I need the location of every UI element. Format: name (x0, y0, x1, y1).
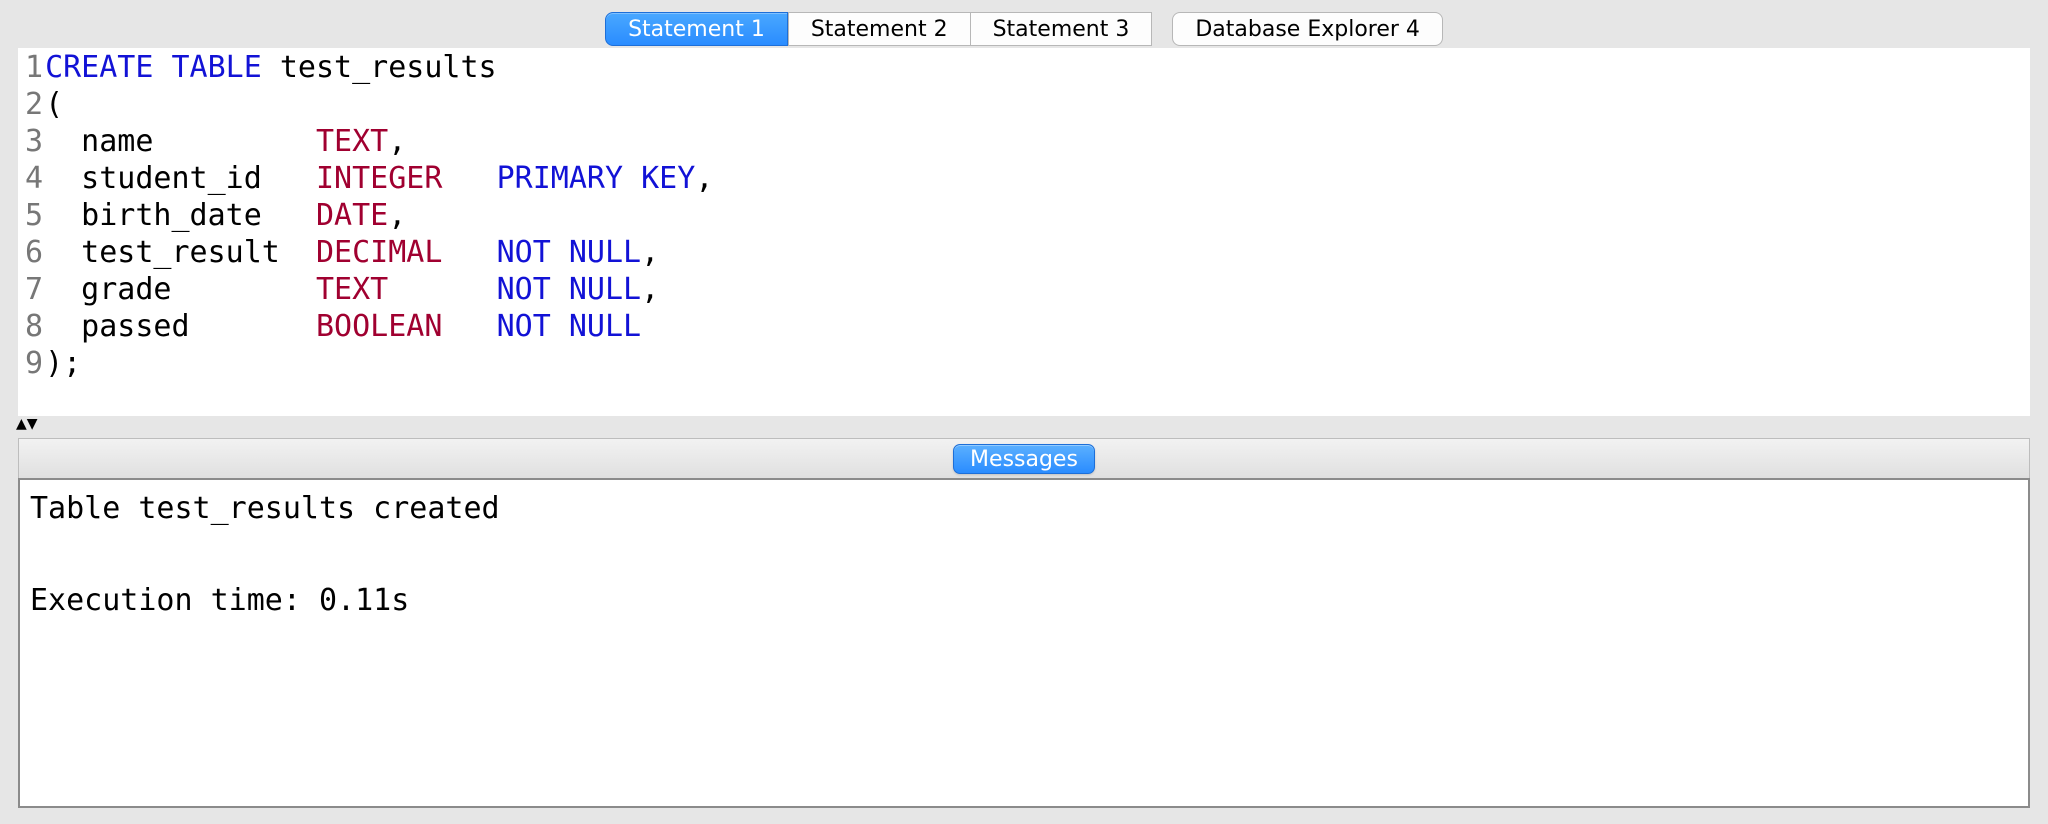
results-area: Messages Table test_results created Exec… (18, 438, 2030, 808)
line-number: 9 (19, 345, 45, 382)
line-number: 8 (19, 308, 45, 345)
code-line[interactable]: name TEXT, (45, 123, 713, 160)
code-line[interactable]: test_result DECIMAL NOT NULL, (45, 234, 713, 271)
tab-database-explorer-4[interactable]: Database Explorer 4 (1172, 12, 1443, 46)
line-number: 6 (19, 234, 45, 271)
split-handle[interactable]: ▲▼ (16, 416, 2048, 432)
messages-line-1: Table test_results created (30, 491, 500, 526)
code-line[interactable]: ( (45, 86, 713, 123)
line-number: 1 (19, 49, 45, 86)
tab-group-right: Database Explorer 4 (1172, 12, 1443, 46)
messages-output[interactable]: Table test_results created Execution tim… (18, 478, 2030, 808)
code-line[interactable]: student_id INTEGER PRIMARY KEY, (45, 160, 713, 197)
line-number: 4 (19, 160, 45, 197)
tabs-bar: Statement 1 Statement 2 Statement 3 Data… (0, 0, 2048, 48)
results-tabbar: Messages (18, 438, 2030, 478)
code-line[interactable]: grade TEXT NOT NULL, (45, 271, 713, 308)
line-number: 7 (19, 271, 45, 308)
tab-statement-2[interactable]: Statement 2 (788, 12, 971, 46)
code-line[interactable]: ); (45, 345, 713, 382)
code-line[interactable]: birth_date DATE, (45, 197, 713, 234)
sql-editor[interactable]: 1CREATE TABLE test_results2(3 name TEXT,… (18, 48, 2030, 416)
split-handle-icon: ▲▼ (16, 416, 38, 432)
tab-statement-3[interactable]: Statement 3 (971, 12, 1153, 46)
messages-line-3: Execution time: 0.11s (30, 583, 409, 618)
line-number: 5 (19, 197, 45, 234)
messages-tab[interactable]: Messages (953, 444, 1095, 474)
tab-statement-1[interactable]: Statement 1 (605, 12, 788, 46)
line-number: 3 (19, 123, 45, 160)
tab-group-left: Statement 1 Statement 2 Statement 3 (605, 12, 1152, 46)
code-line[interactable]: passed BOOLEAN NOT NULL (45, 308, 713, 345)
line-number: 2 (19, 86, 45, 123)
code-line[interactable]: CREATE TABLE test_results (45, 49, 713, 86)
